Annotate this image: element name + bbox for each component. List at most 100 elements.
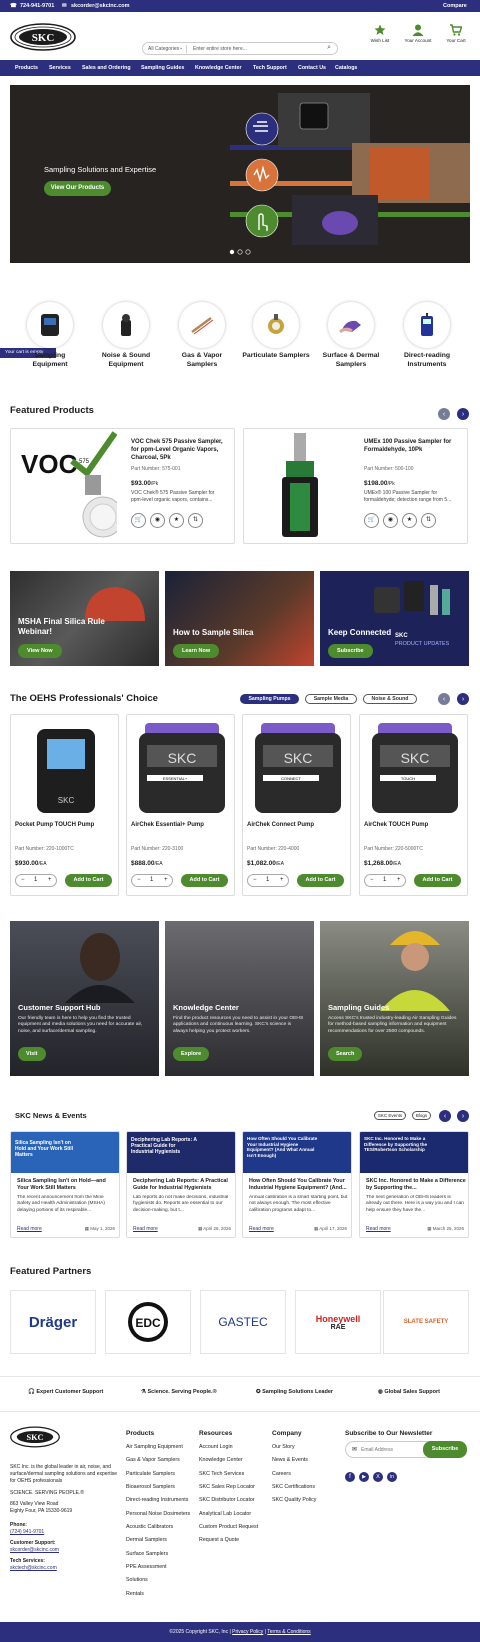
read-more-link[interactable]: Read more	[366, 1226, 391, 1232]
promo-keep-connected[interactable]: Keep Connected Subscribe SKC PRODUCT UPD…	[320, 571, 469, 666]
plus-icon[interactable]: +	[397, 877, 401, 883]
quick-view-icon[interactable]: ◉	[150, 513, 165, 528]
footer-link[interactable]: Acoustic Calibrators	[126, 1524, 173, 1530]
compare-icon[interactable]: ⇅	[188, 513, 203, 528]
add-to-cart-icon[interactable]: 🛒	[131, 513, 146, 528]
promo-sample-silica[interactable]: How to Sample Silica Learn Now	[165, 571, 314, 666]
hub-knowledge-center[interactable]: Knowledge Center Find the product resour…	[165, 921, 314, 1076]
hub-customer-support[interactable]: Customer Support Hub Our friendly team i…	[10, 921, 159, 1076]
search-input[interactable]: Enter entire store here...	[193, 46, 247, 52]
skc-logo[interactable]: SKC	[10, 23, 76, 51]
footer-link[interactable]: News & Events	[272, 1457, 308, 1463]
product-name[interactable]: AirChek TOUCH Pump	[364, 822, 428, 828]
product-name[interactable]: AirChek Essential+ Pump	[131, 822, 204, 828]
quick-view-icon[interactable]: ◉	[383, 513, 398, 528]
category-select[interactable]: All Categories	[148, 46, 179, 52]
news-title[interactable]: How Often Should You Calibrate Your Indu…	[249, 1178, 349, 1191]
wishlist-star-icon[interactable]: ★	[169, 513, 184, 528]
category-direct-reading[interactable]: Direct-reading Instruments	[392, 302, 462, 369]
explore-button[interactable]: Explore	[173, 1047, 210, 1061]
category-sampling-equipment[interactable]: Sampling Equipment	[15, 302, 85, 369]
footer-link[interactable]: Request a Quote	[199, 1537, 239, 1543]
footer-link[interactable]: SKC Tech Services	[199, 1471, 244, 1477]
footer-link[interactable]: SKC Distributor Locator	[199, 1497, 255, 1503]
filter-blogs[interactable]: Blogs	[412, 1111, 431, 1120]
footer-link[interactable]: Bioaerosol Samplers	[126, 1484, 175, 1490]
category-particulate[interactable]: Particulate Samplers	[241, 302, 311, 361]
footer-link[interactable]: Personal Noise Dosimeters	[126, 1511, 190, 1517]
visit-button[interactable]: Visit	[18, 1047, 46, 1061]
filter-skc-events[interactable]: SKC Events	[374, 1111, 406, 1120]
product-card-essential[interactable]: SKC ESSENTIAL+ AirChek Essential+ Pump P…	[126, 714, 235, 896]
footer-link[interactable]: PPE Assessment	[126, 1564, 167, 1570]
category-noise-sound[interactable]: Noise & Sound Equipment	[91, 302, 161, 369]
news-card[interactable]: How Often Should You Calibrate Your Indu…	[242, 1131, 352, 1238]
footer-link[interactable]: Air Sampling Equipment	[126, 1444, 183, 1450]
youtube-icon[interactable]: ▶	[359, 1472, 369, 1482]
category-gas-vapor[interactable]: Gas & Vapor Samplers	[167, 302, 237, 369]
product-name[interactable]: AirChek Connect Pump	[247, 822, 314, 828]
product-title[interactable]: UMEx 100 Passive Sampler for	[364, 439, 451, 445]
nav-catalogs[interactable]: Catalogs	[335, 65, 357, 71]
news-title[interactable]: Silica Sampling Isn't on Hold—and Your W…	[17, 1178, 117, 1191]
product-card-touch[interactable]: SKC TOUCH AirChek TOUCH Pump Part Number…	[359, 714, 468, 896]
nav-contact[interactable]: Contact Us	[298, 65, 326, 71]
qty-value[interactable]: 1	[150, 877, 153, 883]
footer-link[interactable]: SKC Certifications	[272, 1484, 315, 1490]
footer-link[interactable]: Knowledge Center	[199, 1457, 243, 1463]
news-next-button[interactable]: ›	[457, 1110, 469, 1122]
subscribe-button[interactable]: Subscribe	[328, 644, 373, 658]
news-card[interactable]: Silica Sampling Isn't on Hold and Your W…	[10, 1131, 120, 1238]
product-card-pocket-pump[interactable]: SKC Pocket Pump TOUCH Pump Part Number: …	[10, 714, 119, 896]
tab-noise-sound[interactable]: Noise & Sound	[363, 694, 417, 704]
privacy-link[interactable]: Privacy Policy	[232, 1629, 263, 1635]
minus-icon[interactable]: −	[253, 877, 257, 883]
view-products-button[interactable]: View Our Products	[44, 181, 111, 196]
footer-link[interactable]: SKC Quality Policy	[272, 1497, 316, 1503]
footer-link[interactable]: Our Story	[272, 1444, 295, 1450]
nav-services[interactable]: Services	[49, 65, 71, 71]
footer-link[interactable]: Dermal Samplers	[126, 1537, 167, 1543]
footer-link[interactable]: Account Login	[199, 1444, 233, 1450]
footer-link[interactable]: Particulate Samplers	[126, 1471, 175, 1477]
qty-value[interactable]: 1	[383, 877, 386, 883]
footer-link[interactable]: Gas & Vapor Samplers	[126, 1457, 180, 1463]
search-icon[interactable]: ⌕	[327, 44, 331, 52]
nav-knowledge-center[interactable]: Knowledge Center	[195, 65, 242, 71]
plus-icon[interactable]: +	[280, 877, 284, 883]
news-card[interactable]: SKC Inc. Honored to Make a Difference by…	[359, 1131, 469, 1238]
quantity-stepper[interactable]: − 1 +	[15, 874, 57, 887]
plus-icon[interactable]: +	[164, 877, 168, 883]
partner-edc[interactable]: EDC	[105, 1290, 191, 1354]
footer-link[interactable]: Analytical Lab Locator	[199, 1511, 251, 1517]
choice-next-button[interactable]: ›	[457, 693, 469, 705]
compare-link[interactable]: Compare	[443, 3, 467, 9]
footer-support-email[interactable]: skcorder@skcinc.com	[10, 1547, 59, 1553]
add-to-cart-button[interactable]: Add to Cart	[297, 874, 344, 887]
tab-sampling-pumps[interactable]: Sampling Pumps	[240, 694, 299, 704]
nav-tech-support[interactable]: Tech Support	[253, 65, 287, 71]
footer-link[interactable]: Solutions	[126, 1577, 148, 1583]
qty-value[interactable]: 1	[266, 877, 269, 883]
choice-prev-button[interactable]: ‹	[438, 693, 450, 705]
footer-phone[interactable]: (724) 941-9701	[10, 1529, 44, 1535]
minus-icon[interactable]: −	[370, 877, 374, 883]
news-title[interactable]: Deciphering Lab Reports: A Practical Gui…	[133, 1178, 233, 1191]
hub-sampling-guides[interactable]: Sampling Guides Access SKC's trusted ind…	[320, 921, 469, 1076]
category-surface-dermal[interactable]: Surface & Dermal Samplers	[316, 302, 386, 369]
footer-link[interactable]: Direct-reading Instruments	[126, 1497, 188, 1503]
facebook-icon[interactable]: f	[345, 1472, 355, 1482]
top-email[interactable]: skcorder@skcinc.com	[71, 3, 130, 9]
learn-now-button[interactable]: Learn Now	[173, 644, 220, 658]
partner-drager[interactable]: Dräger	[10, 1290, 96, 1354]
add-to-cart-button[interactable]: Add to Cart	[65, 874, 112, 887]
product-card-connect[interactable]: SKC CONNECT AirChek Connect Pump Part Nu…	[242, 714, 351, 896]
view-now-button[interactable]: View Now	[18, 644, 62, 658]
featured-card-voc[interactable]: VOC 575 VOC Chek 575 Passive Sampler, fo…	[10, 428, 235, 544]
quantity-stepper[interactable]: − 1 +	[247, 874, 289, 887]
read-more-link[interactable]: Read more	[17, 1226, 42, 1232]
footer-link[interactable]: Rentals	[126, 1591, 144, 1597]
x-icon[interactable]: X	[373, 1472, 383, 1482]
add-to-cart-icon[interactable]: 🛒	[364, 513, 379, 528]
nav-sales[interactable]: Sales and Ordering	[82, 65, 131, 71]
